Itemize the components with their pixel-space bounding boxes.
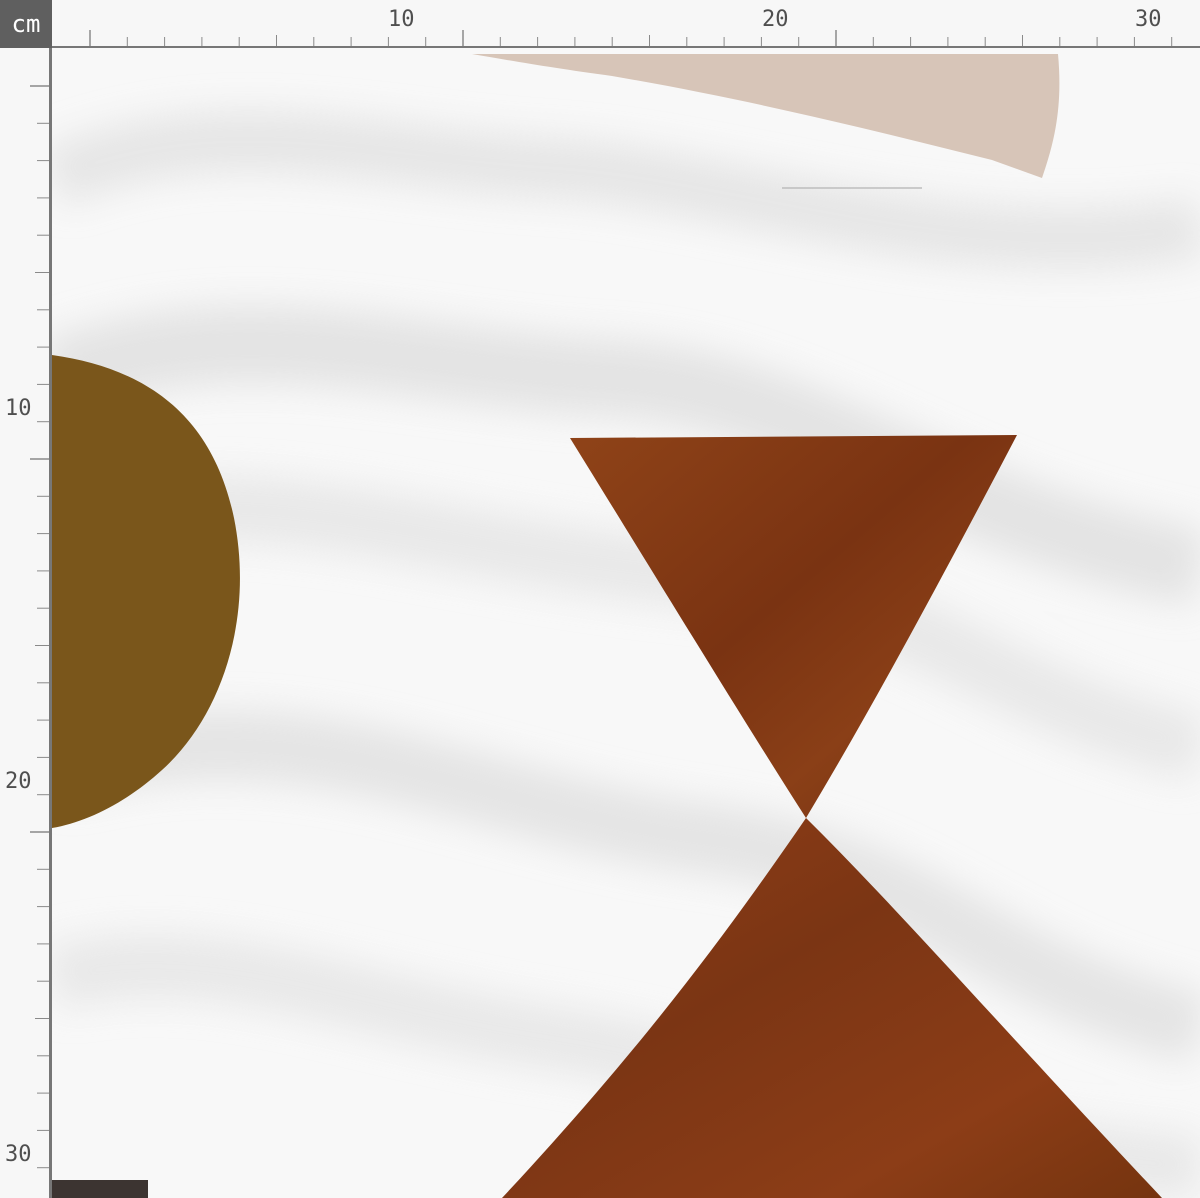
top-ruler: 10 20 30 xyxy=(52,0,1200,49)
top-ruler-label-10: 10 xyxy=(388,7,415,32)
top-ruler-label-20: 20 xyxy=(762,7,789,32)
unit-label: cm xyxy=(0,0,52,48)
dark-rectangle xyxy=(52,1180,148,1198)
fabric-preview: cm 10 20 30 10 20 30 xyxy=(0,0,1200,1198)
top-ruler-label-30: 30 xyxy=(1135,7,1162,32)
fabric-pattern xyxy=(52,48,1200,1198)
left-ruler-label-30: 30 xyxy=(5,1142,32,1167)
left-ruler-label-10: 10 xyxy=(5,396,32,421)
left-ruler: 10 20 30 xyxy=(0,48,52,1198)
top-ruler-ticks xyxy=(52,30,1200,49)
left-ruler-ticks xyxy=(30,48,52,1198)
left-ruler-label-20: 20 xyxy=(5,769,32,794)
fabric-surface xyxy=(52,48,1200,1198)
